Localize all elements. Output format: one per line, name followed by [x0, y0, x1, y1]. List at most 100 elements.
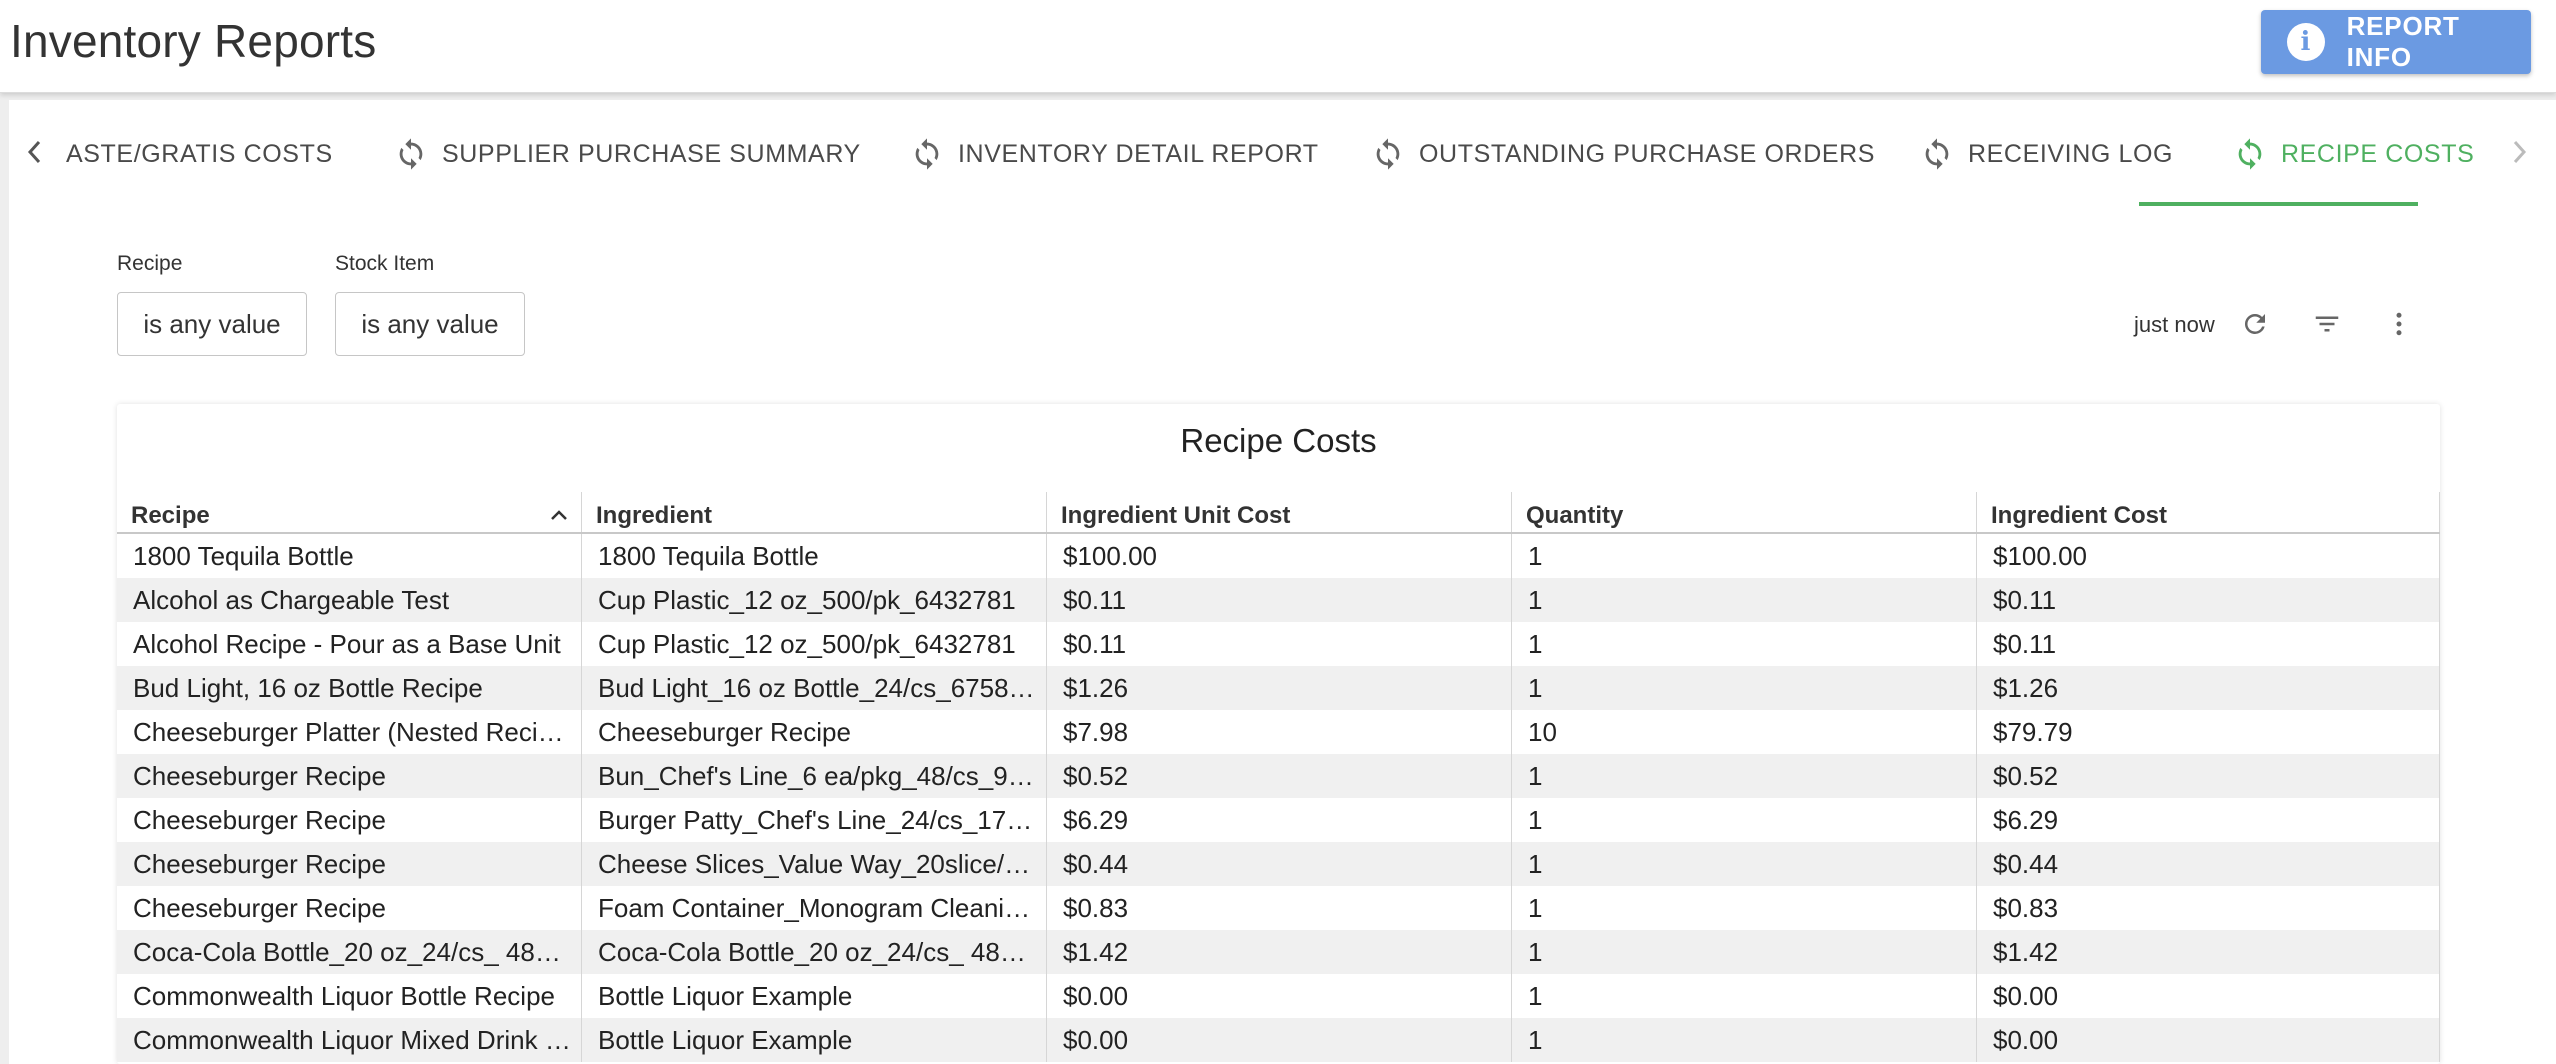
filter-icon[interactable]: [2309, 306, 2345, 342]
more-options-icon[interactable]: [2381, 306, 2417, 342]
unit-cost-cell: $1.26: [1047, 666, 1512, 710]
ingredient-cell-text: Bottle Liquor Example: [598, 1024, 853, 1055]
ingredient-cell: Cup Plastic_12 oz_500/pk_6432781: [582, 622, 1047, 666]
refresh-data-icon[interactable]: [2237, 306, 2273, 342]
sort-ascending-icon[interactable]: [549, 508, 569, 522]
ingredient-cell: Cup Plastic_12 oz_500/pk_6432781: [582, 578, 1047, 622]
ingredient-cell-text: Coca-Cola Bottle_20 oz_24/cs_ 4821...: [598, 936, 1038, 967]
ingredient-cost-cell-text: $0.11: [1993, 584, 2057, 615]
quantity-cell-text: 1: [1528, 672, 1543, 703]
table-row[interactable]: Cheeseburger Recipe Burger Patty_Chef's L…: [117, 798, 2440, 842]
ingredient-cost-cell: $0.00: [1977, 974, 2440, 1018]
unit-cost-cell: $0.00: [1047, 974, 1512, 1018]
info-icon: i: [2287, 23, 2325, 61]
recipe-cell-text: Commonwealth Liquor Mixed Drink S...: [133, 1024, 573, 1055]
unit-cost-cell: $0.11: [1047, 622, 1512, 666]
unit-cost-cell: $0.83: [1047, 886, 1512, 930]
report-info-label: REPORT INFO: [2346, 11, 2460, 72]
table-row[interactable]: Cheeseburger Platter (Nested Recipe) Chee…: [117, 710, 2440, 754]
quantity-cell-text: 1: [1528, 804, 1543, 835]
tab-outstanding-purchase-orders[interactable]: OUTSTANDING PURCHASE ORDERS: [1371, 128, 1875, 180]
ingredient-cell-text: Bud Light_16 oz Bottle_24/cs_67584...: [598, 672, 1038, 703]
recipe-cell-text: Cheeseburger Recipe: [133, 804, 386, 835]
recipe-cell-text: Cheeseburger Platter (Nested Recipe): [133, 716, 573, 747]
tab-receiving-log[interactable]: RECEIVING LOG: [1920, 128, 2173, 180]
unit-cost-cell-text: $0.11: [1063, 628, 1127, 659]
table-row[interactable]: Commonwealth Liquor Bottle Recipe Bottle …: [117, 974, 2440, 1018]
ingredient-cost-cell-text: $100.00: [1993, 540, 2087, 571]
stock-item-filter-label: Stock Item: [335, 252, 435, 275]
tabs-scroll-right-icon[interactable]: [2495, 128, 2543, 176]
ingredient-cost-cell-text: $79.79: [1993, 716, 2073, 747]
ingredient-cell: Bud Light_16 oz Bottle_24/cs_67584...: [582, 666, 1047, 710]
report-info-button[interactable]: i REPORT INFO: [2261, 10, 2531, 74]
table-row[interactable]: Alcohol as Chargeable Test Cup Plastic_12…: [117, 578, 2440, 622]
quantity-cell-text: 1: [1528, 1024, 1543, 1055]
ingredient-cost-cell-text: $6.29: [1993, 804, 2059, 835]
table-body: 1800 Tequila Bottle 1800 Tequila Bottle $1…: [117, 534, 2440, 1062]
ingredient-cell: Coca-Cola Bottle_20 oz_24/cs_ 4821...: [582, 930, 1047, 974]
unit-cost-cell: $0.11: [1047, 578, 1512, 622]
ingredient-cell: Cheese Slices_Value Way_20slice/pa...: [582, 842, 1047, 886]
recipe-cell: 1800 Tequila Bottle: [117, 534, 582, 578]
ingredient-cost-cell-text: $0.83: [1993, 892, 2059, 923]
tab-supplier-purchase-summary[interactable]: SUPPLIER PURCHASE SUMMARY: [394, 128, 861, 180]
last-updated-text: just now: [2134, 312, 2215, 337]
recipe-cell: Alcohol Recipe - Pour as a Base Unit: [117, 622, 582, 666]
tabs-scroll-left-icon[interactable]: [11, 128, 59, 176]
table-row[interactable]: Cheeseburger Recipe Cheese Slices_Value W…: [117, 842, 2440, 886]
recipe-filter[interactable]: is any value: [117, 292, 307, 356]
quantity-cell: 1: [1512, 666, 1977, 710]
refresh-icon: [1925, 138, 1949, 170]
tab-label: RECIPE COSTS: [2281, 139, 2475, 168]
tab-label: ASTE/GRATIS COSTS: [66, 139, 333, 168]
quantity-cell: 1: [1512, 974, 1977, 1018]
unit-cost-cell: $7.98: [1047, 710, 1512, 754]
ingredient-cell: Burger Patty_Chef's Line_24/cs_1761...: [582, 798, 1047, 842]
table-row[interactable]: Coca-Cola Bottle_20 oz_24/cs_ 4821... Coc…: [117, 930, 2440, 974]
recipe-cell-text: Commonwealth Liquor Bottle Recipe: [133, 980, 555, 1011]
ingredient-cell-text: 1800 Tequila Bottle: [598, 540, 819, 571]
tab-label: RECEIVING LOG: [1968, 139, 2174, 168]
tab-label: INVENTORY DETAIL REPORT: [958, 139, 1319, 168]
unit-cost-cell: $100.00: [1047, 534, 1512, 578]
refresh-icon: [2238, 138, 2262, 170]
table-row[interactable]: Alcohol Recipe - Pour as a Base Unit Cup …: [117, 622, 2440, 666]
table-title: Recipe Costs: [1180, 422, 1377, 459]
table-row[interactable]: Cheeseburger Recipe Foam Container_Monogr…: [117, 886, 2440, 930]
quantity-cell: 1: [1512, 842, 1977, 886]
recipe-cell-text: Alcohol as Chargeable Test: [133, 584, 450, 615]
active-tab-indicator: [2139, 202, 2418, 206]
table-row[interactable]: Bud Light, 16 oz Bottle Recipe Bud Light_…: [117, 666, 2440, 710]
quantity-cell-text: 1: [1528, 892, 1543, 923]
unit-cost-cell: $0.52: [1047, 754, 1512, 798]
stock-item-filter[interactable]: is any value: [335, 292, 525, 356]
quantity-cell: 1: [1512, 1018, 1977, 1062]
table-row[interactable]: Commonwealth Liquor Mixed Drink S... Bott…: [117, 1018, 2440, 1062]
recipe-cell: Cheeseburger Recipe: [117, 886, 582, 930]
recipe-cell: Commonwealth Liquor Mixed Drink S...: [117, 1018, 582, 1062]
tab-waste-gratis-costs[interactable]: ASTE/GRATIS COSTS: [66, 128, 333, 180]
refresh-icon: [1376, 138, 1400, 170]
tab-inventory-detail-report[interactable]: INVENTORY DETAIL REPORT: [910, 128, 1319, 180]
refresh-icon: [399, 138, 423, 170]
tab-recipe-costs[interactable]: RECIPE COSTS: [2233, 128, 2474, 180]
ingredient-cost-cell-text: $0.44: [1993, 848, 2059, 879]
column-header-label: Recipe: [131, 502, 210, 529]
tab-label: SUPPLIER PURCHASE SUMMARY: [442, 139, 861, 168]
ingredient-cell: Cheeseburger Recipe: [582, 710, 1047, 754]
quantity-cell: 1: [1512, 798, 1977, 842]
quantity-cell: 1: [1512, 754, 1977, 798]
unit-cost-cell: $0.44: [1047, 842, 1512, 886]
ingredient-cell-text: Cheese Slices_Value Way_20slice/pa...: [598, 848, 1038, 879]
report-card: ASTE/GRATIS COSTS SUPPLIER PURCHASE SUMM…: [9, 100, 2556, 1064]
quantity-cell: 1: [1512, 534, 1977, 578]
unit-cost-cell-text: $0.83: [1063, 892, 1129, 923]
unit-cost-cell-text: $0.00: [1063, 980, 1129, 1011]
ingredient-cell-text: Cheeseburger Recipe: [598, 716, 851, 747]
table-row[interactable]: 1800 Tequila Bottle 1800 Tequila Bottle $1…: [117, 534, 2440, 578]
ingredient-cost-cell: $1.26: [1977, 666, 2440, 710]
column-header-label: Ingredient Cost: [1991, 502, 2168, 529]
recipe-cell: Commonwealth Liquor Bottle Recipe: [117, 974, 582, 1018]
table-row[interactable]: Cheeseburger Recipe Bun_Chef's Line_6 ea/…: [117, 754, 2440, 798]
